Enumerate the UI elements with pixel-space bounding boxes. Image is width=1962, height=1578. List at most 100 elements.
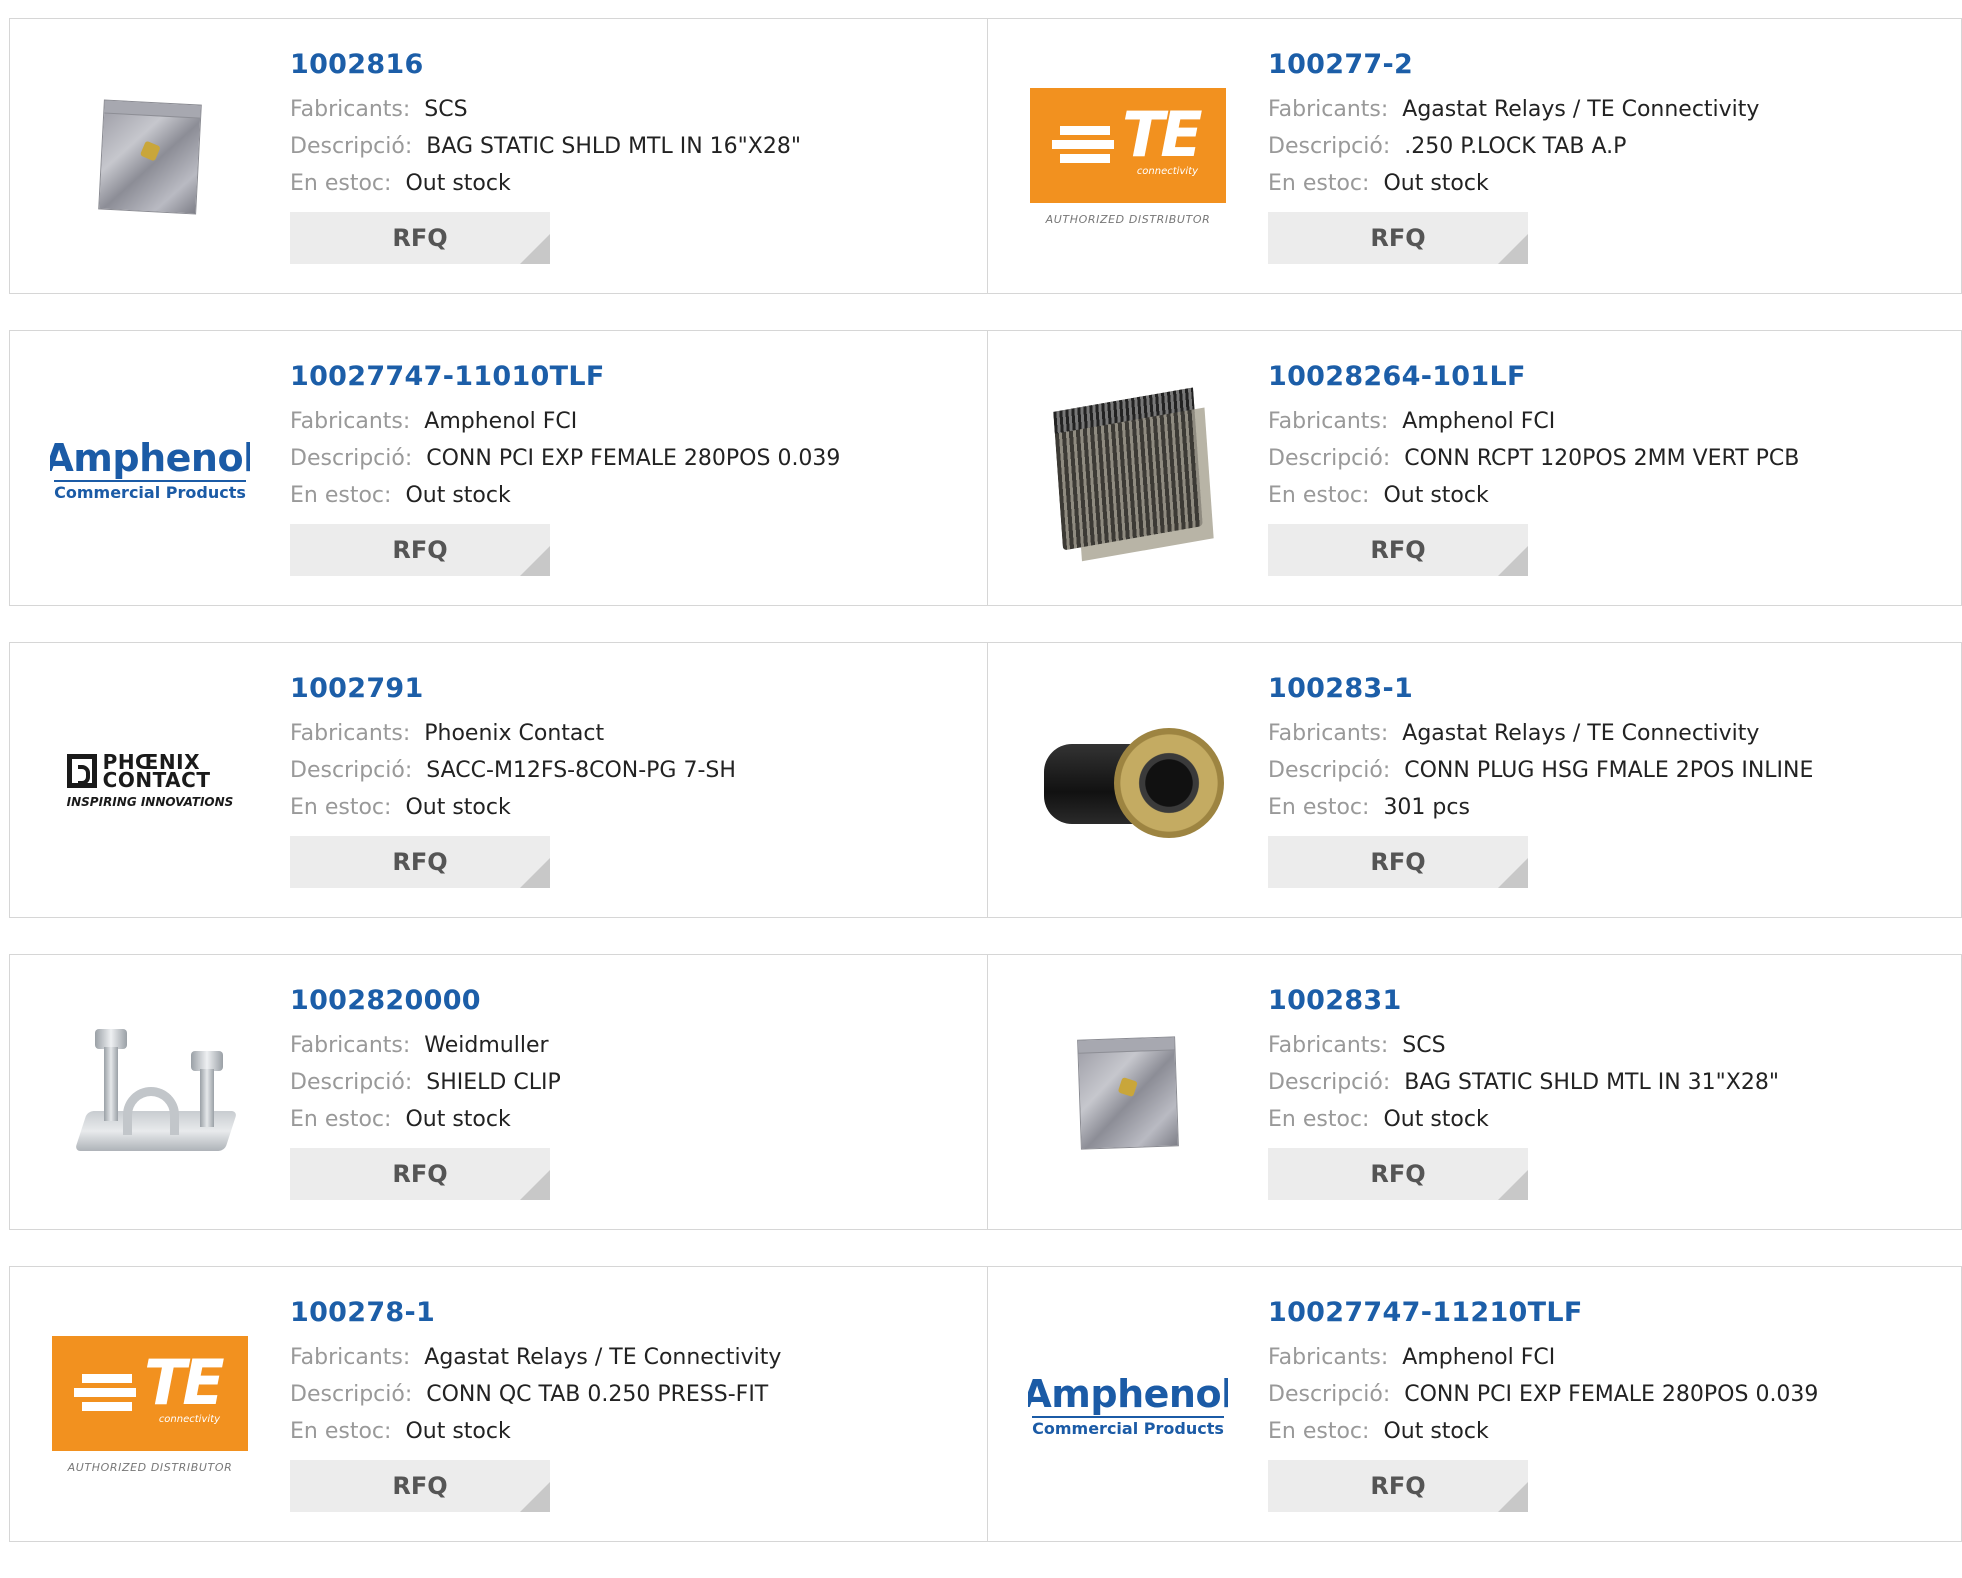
product-image-amphenol-logo[interactable]: Amphenol Commercial Products [50, 369, 250, 569]
stock-line: En estoc: Out stock [1268, 1413, 1818, 1450]
product-image-amphenol-logo[interactable]: Amphenol Commercial Products [1028, 1305, 1228, 1505]
manufacturer-label: Fabricants: [290, 409, 411, 434]
product-info: 1002831 Fabricants: SCS Descripció: BAG ST… [1268, 983, 1779, 1200]
part-number-link[interactable]: 1002831 [1268, 983, 1779, 1019]
manufacturer-line: Fabricants: Agastat Relays / TE Connectiv… [1268, 715, 1813, 752]
te-logo-text: TE [1122, 98, 1203, 171]
description-label: Descripció: [1268, 134, 1391, 159]
manufacturer-line: Fabricants: SCS [290, 91, 801, 128]
te-logo-bar [82, 1402, 132, 1411]
manufacturer-line: Fabricants: SCS [1268, 1027, 1779, 1064]
rfq-corner-decoration [520, 1482, 550, 1512]
te-logo-text: TE [144, 1346, 225, 1419]
te-logo-box: TE connectivity [52, 1336, 248, 1451]
product-card: TE connectivity AUTHORIZED DISTRIBUTOR 1… [9, 1266, 988, 1542]
product-image-circular-connector[interactable] [1028, 681, 1228, 881]
product-info: 100278-1 Fabricants: Agastat Relays / TE … [290, 1295, 781, 1512]
part-number-link[interactable]: 10027747-11210TLF [1268, 1295, 1818, 1331]
rfq-corner-decoration [1498, 1170, 1528, 1200]
product-card: 100283-1 Fabricants: Agastat Relays / TE … [988, 642, 1962, 918]
rfq-corner-decoration [520, 546, 550, 576]
description-label: Descripció: [290, 1070, 413, 1095]
stock-value: Out stock [405, 795, 511, 820]
product-image-static-bag[interactable] [50, 57, 250, 257]
rfq-button[interactable]: RFQ [290, 836, 550, 888]
part-number-link[interactable]: 100283-1 [1268, 671, 1813, 707]
stock-label: En estoc: [290, 1419, 392, 1444]
stock-value: Out stock [1383, 1107, 1489, 1132]
screw-shaft [104, 1047, 118, 1121]
te-logo-bar [74, 1388, 136, 1397]
rfq-corner-decoration [1498, 1482, 1528, 1512]
rfq-corner-decoration [1498, 234, 1528, 264]
part-number-link[interactable]: 1002791 [290, 671, 736, 707]
description-value: BAG STATIC SHLD MTL IN 31"X28" [1404, 1070, 1779, 1095]
product-info: 1002820000 Fabricants: Weidmuller Descrip… [290, 983, 561, 1200]
rfq-button[interactable]: RFQ [1268, 1148, 1528, 1200]
manufacturer-label: Fabricants: [290, 97, 411, 122]
part-number-link[interactable]: 100277-2 [1268, 47, 1759, 83]
manufacturer-value: SCS [1402, 1033, 1446, 1058]
product-row: 1002816 Fabricants: SCS Descripció: BAG ST… [9, 18, 1962, 294]
connector-nut [1114, 728, 1224, 838]
stock-value: Out stock [1383, 1419, 1489, 1444]
part-number-link[interactable]: 1002820000 [290, 983, 561, 1019]
product-image-shield-clip[interactable] [50, 993, 250, 1193]
stock-line: En estoc: 301 pcs [1268, 789, 1813, 826]
product-info: 1002791 Fabricants: Phoenix Contact Descr… [290, 671, 736, 888]
rfq-button[interactable]: RFQ [290, 524, 550, 576]
manufacturer-value: Amphenol FCI [1402, 409, 1556, 434]
part-number-link[interactable]: 10027747-11010TLF [290, 359, 840, 395]
product-row: Amphenol Commercial Products 10027747-11… [9, 330, 1962, 606]
product-card: PHŒNIX CONTACT INSPIRING INNOVATIONS 100… [9, 642, 988, 918]
rfq-button[interactable]: RFQ [1268, 1460, 1528, 1512]
stock-line: En estoc: Out stock [290, 1413, 781, 1450]
manufacturer-line: Fabricants: Agastat Relays / TE Connectiv… [290, 1339, 781, 1376]
te-logo-bar [1060, 126, 1110, 135]
product-image-static-bag[interactable] [1028, 993, 1228, 1193]
te-logo-box: TE connectivity [1030, 88, 1226, 203]
product-image-phoenix-logo[interactable]: PHŒNIX CONTACT INSPIRING INNOVATIONS [50, 681, 250, 881]
manufacturer-label: Fabricants: [1268, 97, 1389, 122]
part-number-link[interactable]: 1002816 [290, 47, 801, 83]
description-value: .250 P.LOCK TAB A.P [1404, 134, 1627, 159]
description-label: Descripció: [290, 1382, 413, 1407]
rfq-button[interactable]: RFQ [290, 212, 550, 264]
description-line: Descripció: CONN PLUG HSG FMALE 2POS INLI… [1268, 752, 1813, 789]
description-line: Descripció: CONN RCPT 120POS 2MM VERT PCB [1268, 440, 1799, 477]
stock-label: En estoc: [290, 795, 392, 820]
rfq-button[interactable]: RFQ [1268, 212, 1528, 264]
rfq-corner-decoration [520, 234, 550, 264]
stock-label: En estoc: [1268, 483, 1370, 508]
description-line: Descripció: CONN QC TAB 0.250 PRESS-FIT [290, 1376, 781, 1413]
rfq-button[interactable]: RFQ [1268, 524, 1528, 576]
rfq-button[interactable]: RFQ [1268, 836, 1528, 888]
stock-label: En estoc: [1268, 1419, 1370, 1444]
description-line: Descripció: .250 P.LOCK TAB A.P [1268, 128, 1759, 165]
part-number-link[interactable]: 100278-1 [290, 1295, 781, 1331]
description-label: Descripció: [1268, 758, 1391, 783]
product-grid: 1002816 Fabricants: SCS Descripció: BAG ST… [9, 18, 1962, 1578]
product-image-pcb-connector[interactable] [1028, 369, 1228, 569]
phoenix-logo-tagline: INSPIRING INNOVATIONS [66, 795, 234, 809]
phoenix-logo-words: PHŒNIX CONTACT [103, 752, 211, 790]
phoenix-logo-mark [66, 754, 97, 788]
part-number-link[interactable]: 10028264-101LF [1268, 359, 1799, 395]
manufacturer-label: Fabricants: [1268, 1345, 1389, 1370]
rfq-button[interactable]: RFQ [290, 1460, 550, 1512]
rfq-label: RFQ [1370, 224, 1426, 252]
product-image-te-logo[interactable]: TE connectivity AUTHORIZED DISTRIBUTOR [50, 1305, 250, 1505]
te-logo-bar [82, 1374, 132, 1383]
description-label: Descripció: [290, 446, 413, 471]
product-image-te-logo[interactable]: TE connectivity AUTHORIZED DISTRIBUTOR [1028, 57, 1228, 257]
manufacturer-label: Fabricants: [1268, 721, 1389, 746]
manufacturer-line: Fabricants: Amphenol FCI [1268, 403, 1799, 440]
stock-label: En estoc: [290, 1107, 392, 1132]
stock-value: 301 pcs [1383, 795, 1470, 820]
rfq-button[interactable]: RFQ [290, 1148, 550, 1200]
manufacturer-value: Agastat Relays / TE Connectivity [1402, 721, 1760, 746]
rfq-label: RFQ [392, 1472, 448, 1500]
stock-label: En estoc: [290, 171, 392, 196]
description-label: Descripció: [290, 758, 413, 783]
description-line: Descripció: CONN PCI EXP FEMALE 280POS 0.… [1268, 1376, 1818, 1413]
